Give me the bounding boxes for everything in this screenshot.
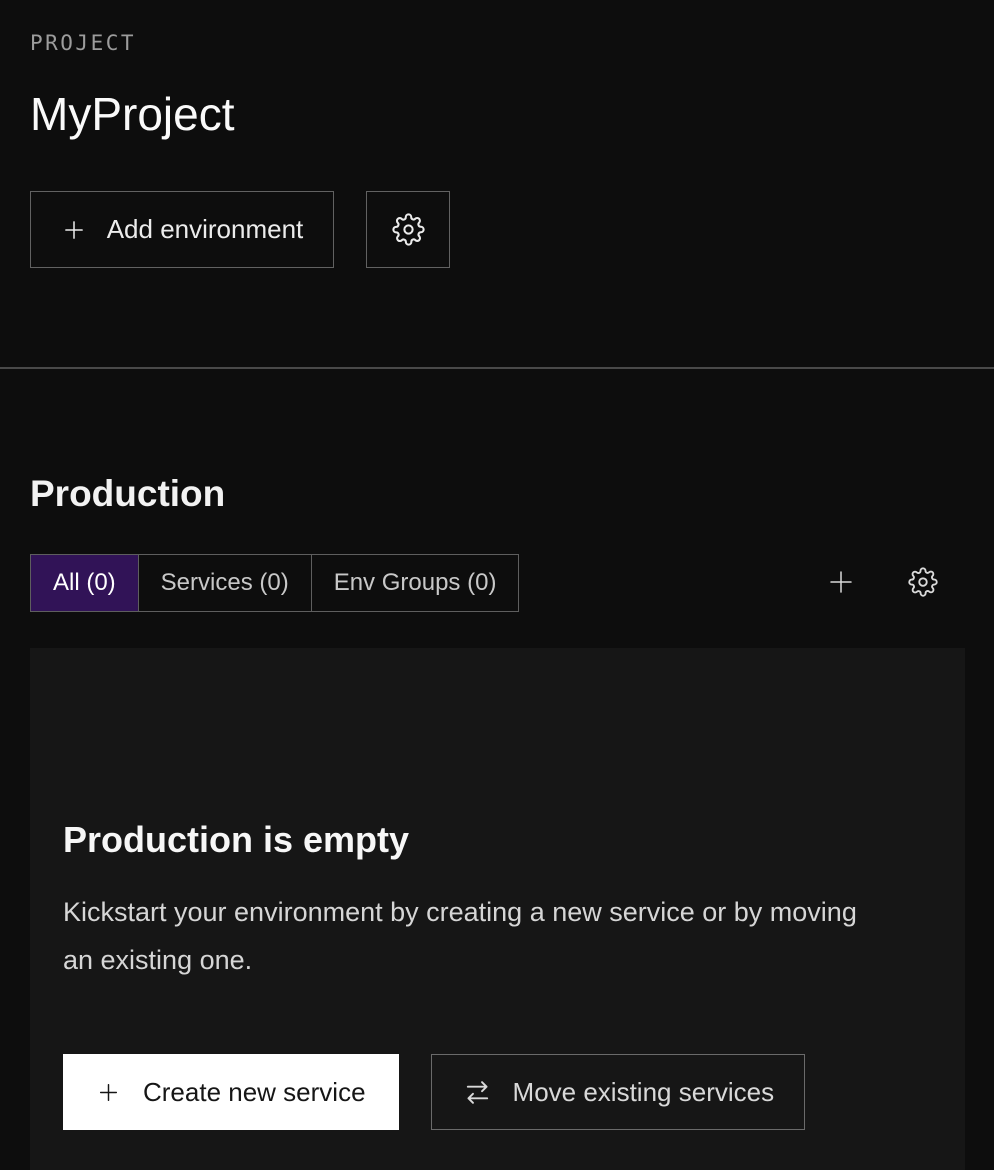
tab-services[interactable]: Services (0): [138, 555, 311, 611]
create-new-service-label: Create new service: [143, 1077, 366, 1108]
environment-section: Production All (0) Services (0) Env Grou…: [0, 471, 994, 1170]
gear-icon: [392, 213, 425, 246]
plus-icon: [826, 567, 856, 597]
add-environment-button[interactable]: Add environment: [30, 191, 334, 268]
project-header-actions: Add environment: [30, 191, 965, 268]
swap-arrows-icon: [462, 1077, 493, 1108]
move-existing-services-button[interactable]: Move existing services: [431, 1054, 806, 1130]
environment-settings-icon-button[interactable]: [908, 567, 938, 600]
tab-all[interactable]: All (0): [31, 555, 138, 611]
project-settings-button[interactable]: [366, 191, 450, 268]
gear-icon: [908, 567, 938, 597]
environment-actions: [826, 567, 965, 600]
add-service-icon-button[interactable]: [826, 567, 856, 600]
environment-name: Production: [30, 471, 965, 516]
create-new-service-button[interactable]: Create new service: [63, 1054, 399, 1130]
tab-env-groups[interactable]: Env Groups (0): [311, 555, 519, 611]
project-header: PROJECT MyProject Add environment: [0, 0, 994, 268]
project-page: PROJECT MyProject Add environment: [0, 0, 994, 1170]
empty-state-actions: Create new service Move existing service…: [63, 1054, 932, 1130]
environment-tab-row: All (0) Services (0) Env Groups (0): [30, 554, 965, 612]
empty-state-title: Production is empty: [63, 818, 932, 862]
plus-icon: [96, 1080, 121, 1105]
empty-state-panel: Production is empty Kickstart your envir…: [30, 648, 965, 1170]
environment-tabs: All (0) Services (0) Env Groups (0): [30, 554, 519, 612]
section-divider: [0, 367, 994, 369]
empty-state-description: Kickstart your environment by creating a…: [63, 888, 893, 984]
add-environment-label: Add environment: [107, 214, 304, 245]
plus-icon: [61, 217, 87, 243]
move-existing-services-label: Move existing services: [513, 1077, 775, 1108]
page-title: MyProject: [30, 83, 965, 146]
project-eyebrow-label: PROJECT: [30, 30, 965, 56]
